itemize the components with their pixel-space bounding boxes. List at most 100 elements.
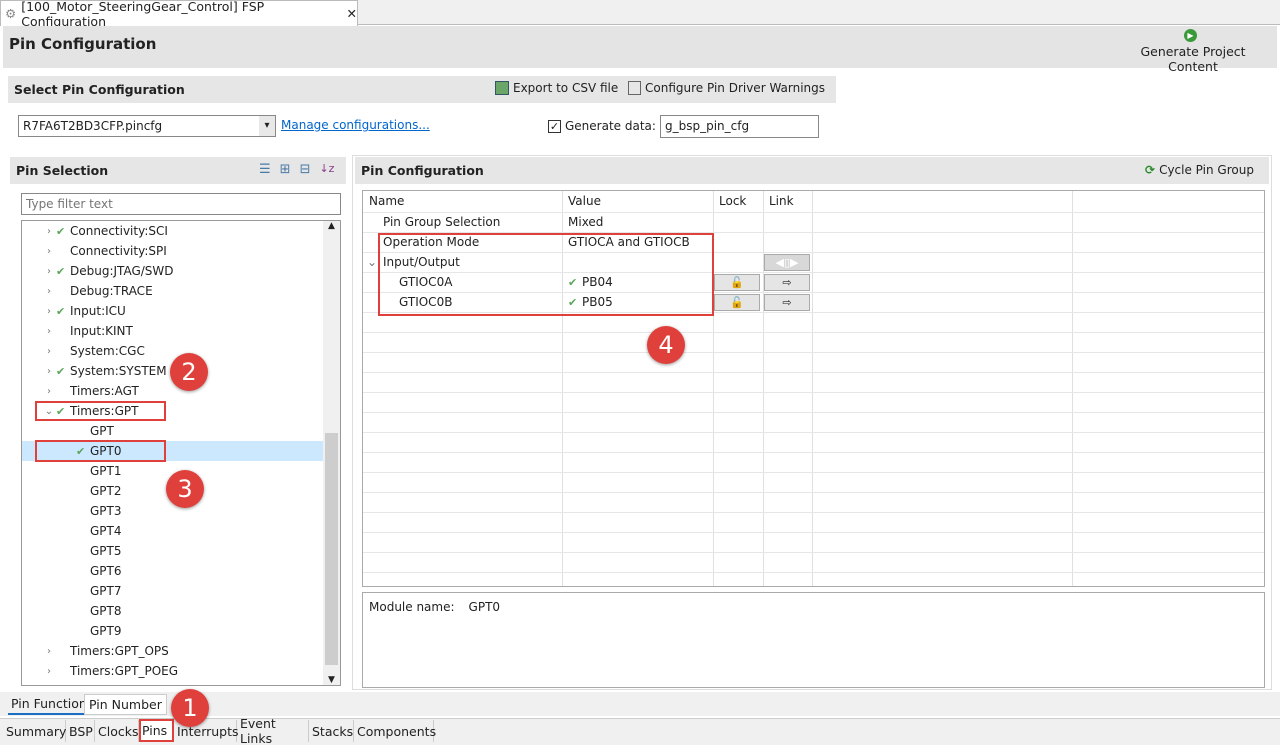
filter-input[interactable] — [21, 193, 341, 215]
warnings-label: Configure Pin Driver Warnings — [645, 81, 826, 95]
tree-item[interactable]: › Timers:GPT_OPS — [22, 641, 324, 661]
chevron-right-icon[interactable]: › — [42, 286, 56, 297]
link-group-icon: ◀▯▶ — [764, 254, 810, 271]
tree-item-label: GPT5 — [90, 544, 122, 558]
generate-project-content-button[interactable]: ▶ Generate Project Content — [1118, 29, 1268, 74]
tree-item-label: GPT1 — [90, 464, 122, 478]
tab-pin-number[interactable]: Pin Number — [84, 694, 167, 715]
annotation-badge-1: 1 — [171, 689, 209, 727]
section-title: Pin Configuration — [361, 163, 484, 178]
expand-all-icon[interactable]: ⊞ — [280, 162, 291, 177]
close-icon[interactable]: ✕ — [347, 6, 357, 21]
generate-data-label: Generate data: — [565, 119, 656, 133]
bottom-tab-event-links[interactable]: Event Links — [237, 716, 309, 746]
module-label: Module name: — [369, 600, 455, 614]
tree-item[interactable]: GPT6 — [22, 561, 324, 581]
column-header[interactable]: Lock — [719, 191, 746, 211]
tree-item-label: GPT7 — [90, 584, 122, 598]
tree-item-label: GPT9 — [90, 624, 122, 638]
generate-data-input[interactable]: g_bsp_pin_cfg — [660, 115, 819, 138]
editor-tab-title: [100_Motor_SteeringGear_Control] FSP Con… — [21, 0, 265, 29]
cycle-pin-group-button[interactable]: ⟳ Cycle Pin Group — [1145, 163, 1254, 177]
collapse-all-icon[interactable]: ⊟ — [300, 162, 311, 177]
tree-item[interactable]: › System:CGC — [22, 341, 324, 361]
chevron-right-icon[interactable]: › — [42, 386, 56, 397]
tree-item[interactable]: › ✔ Input:ICU — [22, 301, 324, 321]
tree-item[interactable]: › Connectivity:SPI — [22, 241, 324, 261]
row-value-text: Mixed — [568, 215, 604, 229]
annotation-badge-3: 3 — [166, 470, 204, 508]
tree-item[interactable]: GPT4 — [22, 521, 324, 541]
manage-configurations-link[interactable]: Manage configurations... — [281, 118, 430, 132]
bottom-tab-summary[interactable]: Summary — [3, 720, 66, 742]
highlight-pins-tab — [139, 719, 174, 742]
module-value: GPT0 — [468, 600, 501, 614]
tree-item-label: GPT4 — [90, 524, 122, 538]
tree-item[interactable]: › ✔ Debug:JTAG/SWD — [22, 261, 324, 281]
check-icon: ✔ — [56, 224, 66, 238]
pin-config-header: Pin Configuration — [355, 157, 1269, 184]
tree-item-label: GPT — [90, 424, 114, 438]
scroll-up-icon[interactable]: ▲ — [323, 221, 340, 237]
list-icon[interactable]: ☰ — [259, 162, 271, 177]
column-header[interactable]: Value — [568, 191, 601, 211]
chevron-right-icon[interactable]: › — [42, 326, 56, 337]
arrow-right-icon[interactable]: ⇨ — [764, 294, 810, 311]
chevron-right-icon[interactable]: › — [42, 346, 56, 357]
chevron-right-icon[interactable]: › — [42, 646, 56, 657]
tree-item-label: Timers:GPT_POEG — [70, 664, 179, 678]
generate-label: Generate Project Content — [1140, 44, 1246, 74]
check-icon: ✔ — [56, 304, 66, 318]
chevron-right-icon[interactable]: › — [42, 246, 56, 257]
tree-item-label: GPT6 — [90, 564, 122, 578]
bottom-tab-clocks[interactable]: Clocks — [95, 720, 139, 742]
scrollbar[interactable]: ▲ ▼ — [323, 221, 340, 685]
tree-item[interactable]: GPT — [22, 421, 324, 441]
highlight-timers-gpt — [35, 401, 166, 421]
chevron-right-icon[interactable]: › — [42, 366, 56, 377]
column-header[interactable]: Name — [369, 191, 404, 211]
tree-item-label: System:SYSTEM — [70, 364, 167, 378]
scrollbar-thumb[interactable] — [325, 433, 338, 665]
tree-item[interactable]: › Input:KINT — [22, 321, 324, 341]
tree-item[interactable]: › Debug:TRACE — [22, 281, 324, 301]
tab-pin-function[interactable]: Pin Function — [8, 694, 90, 715]
tree-item[interactable]: › ✔ Connectivity:SCI — [22, 221, 324, 241]
chevron-right-icon[interactable]: › — [42, 666, 56, 677]
config-select[interactable]: R7FA6T2BD3CFP.pincfg ▾ — [18, 115, 276, 137]
generate-data-checkbox[interactable]: ✓ Generate data: — [548, 119, 656, 133]
configure-warnings-button[interactable]: Configure Pin Driver Warnings — [628, 81, 825, 95]
tree-item[interactable]: GPT9 — [22, 621, 324, 641]
editor-tab[interactable]: ⚙ [100_Motor_SteeringGear_Control] FSP C… — [0, 0, 358, 29]
highlight-pin-settings — [378, 233, 714, 316]
bottom-tab-components[interactable]: Components — [354, 720, 436, 742]
unlock-icon[interactable]: 🔓 — [714, 294, 760, 311]
bottom-tab-bsp[interactable]: BSP — [66, 720, 95, 742]
tree-item[interactable]: GPT5 — [22, 541, 324, 561]
tree-item[interactable]: GPT8 — [22, 601, 324, 621]
row-value[interactable]: Mixed — [568, 212, 603, 232]
bottom-tab-stacks[interactable]: Stacks — [309, 720, 354, 742]
row-name: Pin Group Selection — [383, 215, 501, 229]
checklist-icon — [628, 81, 641, 95]
tree-item[interactable]: GPT7 — [22, 581, 324, 601]
module-info: Module name: GPT0 — [362, 592, 1265, 688]
column-header[interactable]: Link — [769, 191, 794, 211]
section-title: Select Pin Configuration — [14, 82, 185, 97]
export-label: Export to CSV file — [513, 81, 619, 95]
tree-item[interactable]: › Timers:GPT_POEG — [22, 661, 324, 681]
unlock-icon[interactable]: 🔓 — [714, 274, 760, 291]
sort-az-icon[interactable]: ↓z — [319, 162, 334, 177]
section-title: Pin Selection — [16, 163, 109, 178]
tree-item-label: Connectivity:SPI — [70, 244, 167, 258]
tree-item-label: GPT3 — [90, 504, 122, 518]
arrow-right-icon[interactable]: ⇨ — [764, 274, 810, 291]
chevron-down-icon[interactable]: ⌄ — [367, 252, 377, 272]
tree-item-label: Input:ICU — [70, 304, 126, 318]
export-csv-button[interactable]: Export to CSV file — [495, 81, 618, 95]
scroll-down-icon[interactable]: ▼ — [323, 675, 340, 685]
chevron-right-icon[interactable]: › — [42, 306, 56, 317]
chevron-right-icon[interactable]: › — [42, 226, 56, 237]
chevron-right-icon[interactable]: › — [42, 266, 56, 277]
tree-item[interactable]: › Timers:AGT — [22, 381, 324, 401]
